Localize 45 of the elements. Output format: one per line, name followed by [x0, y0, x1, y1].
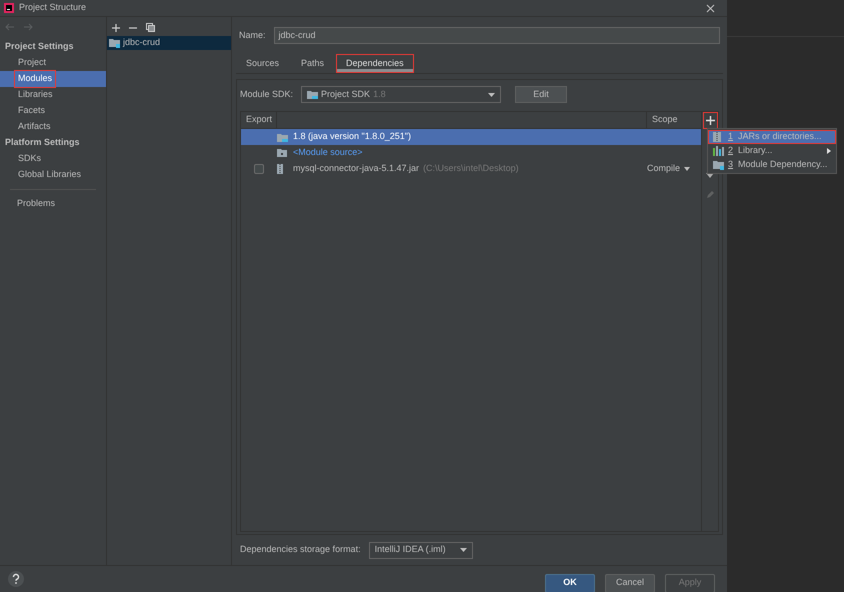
dialog-button[interactable]: OK — [545, 574, 595, 592]
dialog-button[interactable]: Cancel — [605, 574, 655, 592]
mnemonic-number: 1 — [728, 130, 734, 144]
table-row[interactable]: <Module source> — [241, 145, 701, 161]
tab[interactable]: Dependencies — [336, 54, 414, 73]
tab[interactable]: Sources — [236, 54, 290, 73]
sidebar-item[interactable]: Facets — [0, 103, 106, 119]
sidebar-item[interactable]: Libraries — [0, 87, 106, 103]
dependency-path: (C:\Users\intel\Desktop) — [423, 162, 519, 176]
scope-value[interactable]: Compile — [647, 162, 680, 176]
menu-item[interactable]: 2 Library... — [708, 144, 836, 158]
column-header: Scope — [651, 113, 679, 126]
sidebar-item[interactable]: Modules — [0, 71, 106, 87]
sidebar-item[interactable]: Problems — [0, 196, 106, 212]
module-sdk-label: Module SDK: — [240, 88, 294, 101]
section-heading: Platform Settings — [4, 136, 81, 150]
storage-format-value: IntelliJ IDEA (.iml) — [374, 543, 446, 556]
menu-label: JARs or directories... — [738, 130, 822, 144]
sidebar-item[interactable]: Global Libraries — [0, 167, 106, 183]
dependency-name: mysql-connector-java-5.1.47.jar — [293, 162, 420, 176]
table-row[interactable]: 1.8 (java version "1.8.0_251") — [241, 129, 701, 145]
sdk-value: Project SDK — [321, 88, 370, 101]
sdk-dropdown[interactable]: Project SDK 1.8 — [301, 86, 502, 103]
menu-item[interactable]: 3 Module Dependency... — [708, 158, 836, 172]
storage-format-dropdown[interactable]: IntelliJ IDEA (.iml) — [368, 542, 473, 558]
name-label: Name: — [239, 28, 266, 42]
sdk-version: 1.8 — [373, 88, 386, 101]
edit-button[interactable]: Edit — [515, 86, 568, 103]
dependency-name: <Module source> — [293, 146, 363, 160]
window-title: Project Structure — [19, 1, 86, 14]
sidebar-item[interactable]: Project — [0, 55, 106, 71]
sidebar-item[interactable]: SDKs — [0, 151, 106, 167]
module-item[interactable]: jdbc-crud — [107, 36, 231, 50]
storage-format-label: Dependencies storage format: — [240, 543, 361, 556]
column-header: Export — [241, 112, 277, 128]
tab[interactable]: Paths — [291, 54, 334, 73]
table-row[interactable]: mysql-connector-java-5.1.47.jar (C:\Users\intel\Desktop) Compile — [241, 161, 701, 177]
mnemonic-number: 2 — [728, 144, 734, 158]
section-heading: Project Settings — [4, 40, 75, 54]
mnemonic-number: 3 — [728, 158, 734, 172]
menu-label: Library... — [738, 144, 772, 158]
name-field[interactable]: jdbc-crud — [274, 27, 720, 44]
menu-label: Module Dependency... — [738, 158, 828, 172]
dependency-name: 1.8 (java version "1.8.0_251") — [293, 130, 411, 144]
sidebar-item[interactable]: Artifacts — [0, 119, 106, 135]
